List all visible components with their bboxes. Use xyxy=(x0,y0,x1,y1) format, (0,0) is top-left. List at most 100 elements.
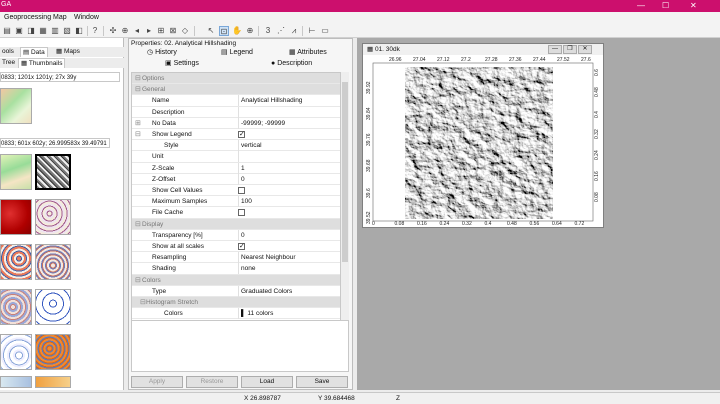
property-row[interactable]: Resampling Nearest Neighbour xyxy=(132,252,340,264)
tab-maps[interactable]: ▦ Maps xyxy=(54,47,82,57)
property-value[interactable]: ▌ 11 colors xyxy=(238,308,273,320)
menu-map[interactable]: Map xyxy=(53,14,67,21)
property-value[interactable] xyxy=(238,106,241,118)
minimize-button[interactable]: — xyxy=(637,1,645,11)
pan-icon[interactable]: ✣ xyxy=(108,26,118,36)
property-value[interactable]: 100 xyxy=(238,196,252,208)
next-icon[interactable]: ▸ xyxy=(144,26,154,36)
property-value[interactable]: none xyxy=(238,263,255,275)
property-row[interactable]: Show Cell Values xyxy=(132,185,340,197)
property-row[interactable]: Shading none xyxy=(132,263,340,275)
open-icon[interactable]: ▤ xyxy=(2,26,12,36)
thumbnail-layer[interactable] xyxy=(0,88,32,124)
map-window[interactable]: ▦ 01. 30dk — ❐ ✕ 26.96 27.04 27.12 27.2 27.2… xyxy=(362,43,604,228)
close-button[interactable]: ✕ xyxy=(690,1,697,11)
layers-icon[interactable]: ◨ xyxy=(26,26,36,36)
legend-icon[interactable]: ▭ xyxy=(320,26,330,36)
scrollbar-thumb[interactable] xyxy=(342,82,348,262)
property-row[interactable]: Name Analytical Hillshading xyxy=(132,95,340,107)
property-row[interactable]: Unit xyxy=(132,151,340,163)
tab-thumbnails[interactable]: ▦ Thumbnails xyxy=(18,58,66,68)
property-checkbox[interactable]: ✓ xyxy=(238,131,245,138)
grid-system-info-1[interactable]: 0833; 1201x 1201y; 27x 39y xyxy=(0,72,120,82)
zoom-layer-icon[interactable]: ⊞ xyxy=(156,26,166,36)
expand-icon[interactable]: ⊟ xyxy=(135,219,141,230)
collapse-icon[interactable]: ⊟ xyxy=(135,73,141,84)
property-row[interactable]: ⊞ No Data -99999; -99999 xyxy=(132,117,340,129)
property-category[interactable]: ⊟ Histogram Stretch xyxy=(132,297,340,309)
map-minimize-button[interactable]: — xyxy=(548,45,562,54)
property-checkbox[interactable] xyxy=(238,209,245,217)
property-value[interactable]: Graduated Colors xyxy=(238,285,292,297)
property-value[interactable]: Analytical Hillshading xyxy=(238,95,302,107)
property-category[interactable]: ⊟ Colors xyxy=(132,274,340,286)
zoom-icon[interactable]: ⊡ xyxy=(219,26,229,36)
property-value[interactable]: 0 xyxy=(238,229,245,241)
zoom-in-icon[interactable]: ⊕ xyxy=(245,26,255,36)
chart-icon[interactable]: ▧ xyxy=(62,26,72,36)
hand-icon[interactable]: ✋ xyxy=(232,26,242,36)
thumbnail-layer[interactable] xyxy=(0,199,32,235)
measure-icon[interactable]: ⊢ xyxy=(307,26,317,36)
thumbnail-layer[interactable] xyxy=(0,244,32,280)
load-button[interactable]: Load xyxy=(241,376,293,388)
scatter-icon[interactable]: ⋰ xyxy=(276,26,286,36)
tab-tree[interactable]: Tree xyxy=(0,58,17,68)
property-scrollbar[interactable] xyxy=(341,72,349,346)
property-value[interactable] xyxy=(238,151,241,163)
property-value[interactable]: vertical xyxy=(238,140,262,152)
thumbnail-layer[interactable] xyxy=(0,154,32,190)
tab-description[interactable]: ● Description xyxy=(271,59,312,69)
property-value[interactable]: -99999; -99999 xyxy=(238,117,285,129)
menu-geoprocessing[interactable]: Geoprocessing xyxy=(4,14,51,21)
expand-icon[interactable]: ⊞ xyxy=(135,118,141,129)
thumbnail-layer[interactable] xyxy=(0,376,32,388)
thumbnail-layer[interactable] xyxy=(35,244,71,280)
property-row[interactable]: Transparency [%] 0 xyxy=(132,229,340,241)
property-row[interactable]: Z-Scale 1 xyxy=(132,162,340,174)
sync-icon[interactable]: ◇ xyxy=(180,26,190,36)
property-row[interactable]: Show at all scales ✓ xyxy=(132,241,340,253)
property-value[interactable]: 0 xyxy=(238,173,245,185)
thumbnail-layer[interactable] xyxy=(0,289,32,325)
property-row[interactable]: Maximum Samples 100 xyxy=(132,196,340,208)
save-icon[interactable]: ▣ xyxy=(14,26,24,36)
save-button[interactable]: Save xyxy=(296,376,348,388)
options-header[interactable]: ⊟ Options xyxy=(132,73,340,85)
map-restore-button[interactable]: ❐ xyxy=(563,45,577,54)
property-row[interactable]: File Cache xyxy=(132,207,340,219)
property-row[interactable]: Colors ▌ 11 colors xyxy=(132,308,340,320)
expand-icon[interactable]: ⊟ xyxy=(135,275,141,286)
map-close-button[interactable]: ✕ xyxy=(578,45,592,54)
property-row[interactable]: ⊟ Show Legend ✓ xyxy=(132,129,340,141)
table-icon[interactable]: ▥ xyxy=(50,26,60,36)
menu-window[interactable]: Window xyxy=(74,14,99,21)
tab-legend[interactable]: ▤ Legend xyxy=(221,48,253,58)
zoom-select-icon[interactable]: ⊠ xyxy=(168,26,178,36)
thumbnail-layer[interactable] xyxy=(35,376,71,388)
thumbnail-hillshade-selected[interactable] xyxy=(35,154,71,190)
expand-icon[interactable]: ⊟ xyxy=(140,297,146,308)
grid-system-info-2[interactable]: 0833; 601x 602y; 26.999583x 39.49791 xyxy=(0,138,110,148)
property-checkbox[interactable] xyxy=(238,187,245,194)
property-checkbox[interactable]: ✓ xyxy=(238,243,245,250)
apply-button[interactable]: Apply xyxy=(131,376,183,388)
maximize-button[interactable]: ☐ xyxy=(662,1,669,11)
zoom-extent-icon[interactable]: ⊕ xyxy=(120,26,130,36)
profile-icon[interactable]: ⩘ xyxy=(289,26,299,36)
help-icon[interactable]: ? xyxy=(90,26,100,36)
property-value[interactable]: 1 xyxy=(238,162,245,174)
tab-attributes[interactable]: ▦ Attributes xyxy=(289,48,327,58)
map-canvas[interactable] xyxy=(363,55,603,228)
tab-history[interactable]: ◷ History xyxy=(147,48,177,58)
restore-button[interactable]: Restore xyxy=(186,376,238,388)
property-value[interactable]: Nearest Neighbour xyxy=(238,252,296,264)
thumbnail-layer[interactable] xyxy=(0,334,32,370)
thumbnail-layer[interactable] xyxy=(35,334,71,370)
property-row[interactable]: Description xyxy=(132,106,340,118)
property-row[interactable]: Type Graduated Colors xyxy=(132,285,340,297)
prev-icon[interactable]: ◂ xyxy=(132,26,142,36)
thumbnail-layer[interactable] xyxy=(35,199,71,235)
grid-icon[interactable]: ▦ xyxy=(38,26,48,36)
property-category[interactable]: ⊟ Display xyxy=(132,218,340,230)
